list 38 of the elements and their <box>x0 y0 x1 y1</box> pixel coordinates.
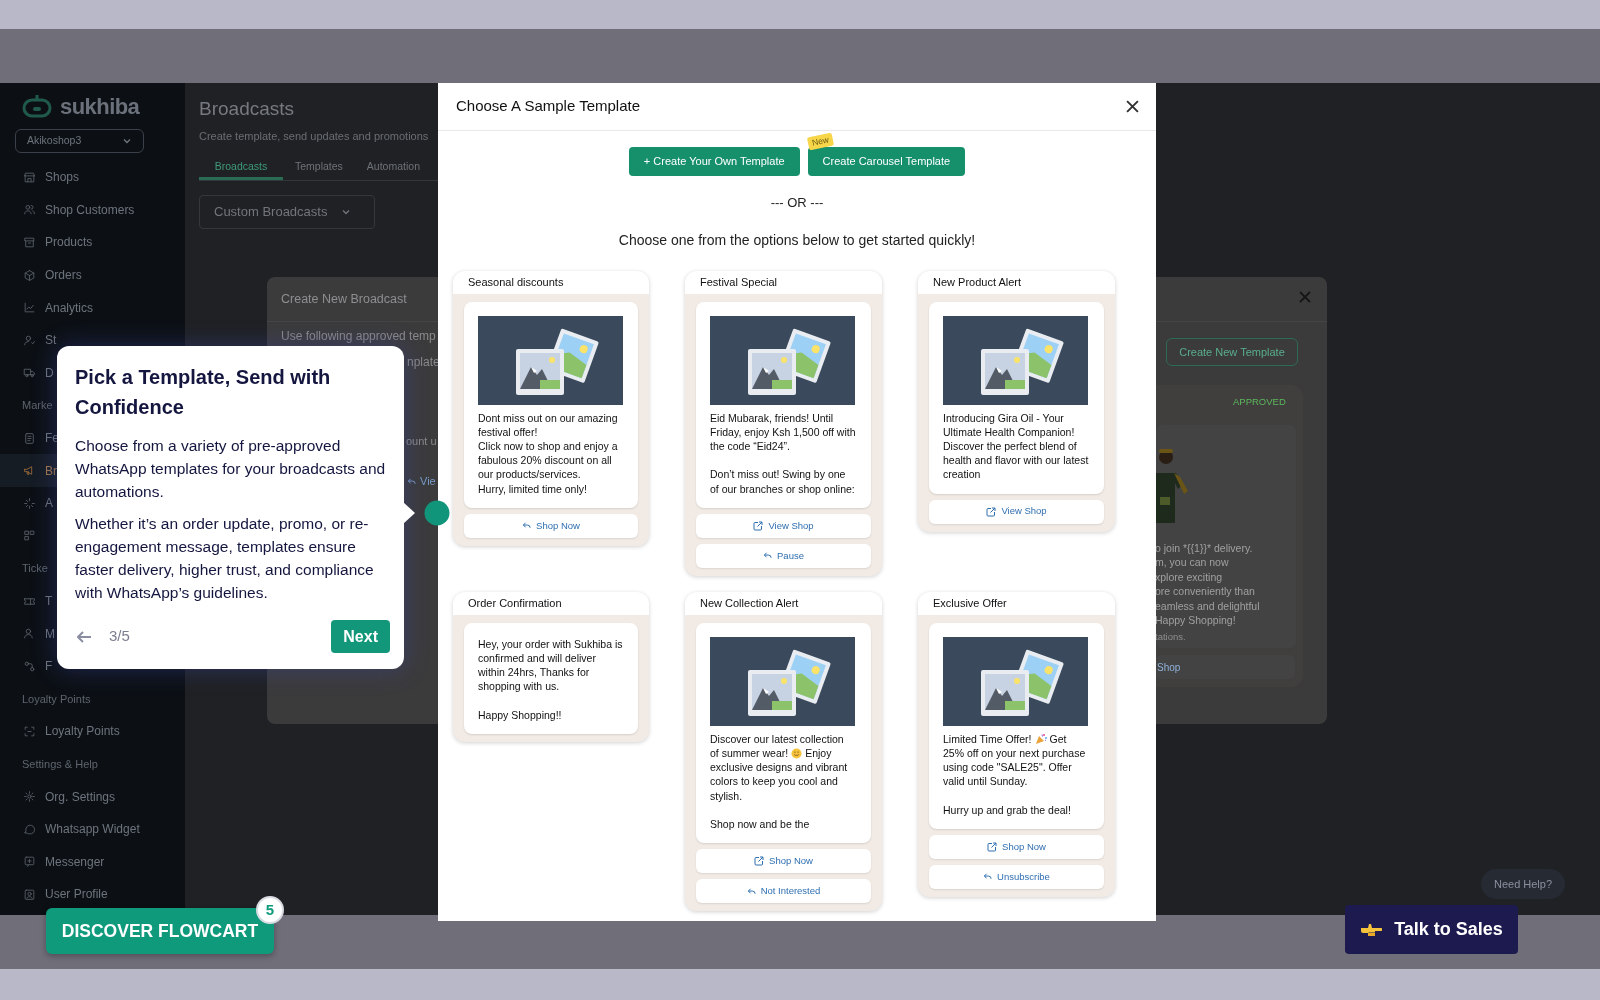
page-title: Broadcasts <box>199 97 296 121</box>
tooltip-text: Choose from a variety of pre-approved WhatsApp templates for your broadcasts and automations. <box>75 436 387 502</box>
instruction-text: nplate <box>407 354 440 371</box>
message-text: Introducing Gira Oil - Your Ultimate Health Companion! Discover the perfect blend of health and flavor with our latest creation <box>943 410 1090 482</box>
message-text: exclusive designs and vibrant colors to keep you cool and stylish. Shop now and be the <box>710 760 849 832</box>
section-label: Marke <box>22 398 53 414</box>
template-text: ount u <box>406 434 437 449</box>
template-title: Festival Special <box>700 274 778 290</box>
dialog-title: Choose A Sample Template <box>456 96 640 117</box>
message-text: Get <box>1049 731 1067 746</box>
message-text: Enjoy <box>805 745 832 761</box>
separator-text: --- OR --- <box>769 194 825 212</box>
message-text: Limited Time Offer! <box>943 731 1032 746</box>
status-label: APPROVED <box>1233 395 1286 409</box>
prompt-text: Choose one from the options below to get started quickly! <box>617 230 977 250</box>
section-label: Settings & Help <box>22 756 98 772</box>
template-title: Exclusive Offer <box>933 595 1007 611</box>
section-label: Loyalty Points <box>22 691 91 707</box>
step-counter: 3/5 <box>109 626 130 647</box>
template-note: tations. <box>1155 630 1186 644</box>
instruction-text: Use following approved temp <box>281 329 436 343</box>
template-title: Order Confirmation <box>468 595 562 611</box>
dialog-title: Create New Broadcast <box>281 290 407 308</box>
message-text: Hey, your order with Sukhiba is confirmed and will deliver within 24hrs, Thanks for shopping with us. Happy Shopping!! <box>478 636 624 722</box>
new-badge: New <box>806 132 834 151</box>
section-label: Ticke <box>22 561 48 577</box>
message-text: Eid Mubarak, friends! Until Friday, enjoy Ksh 1,500 off with the code “Eid24”. Don’t miss out! Swing by one of our branches or shop online: <box>710 410 857 496</box>
message-text: of summer wear! <box>710 745 789 761</box>
template-title: New Product Alert <box>933 274 1022 290</box>
logo-text: sukhiba <box>60 92 140 121</box>
message-text: Discover our latest collection <box>710 731 844 746</box>
message-text: Dont miss out on our amazing festival offer! Click now to shop and enjoy a fabulous 20% discount on all our products/services. Hurry, limited time only! <box>478 410 619 496</box>
tooltip-text: Whether it’s an order update, promo, or re-engagement message, templates ensure faster delivery, higher trust, and compliance with WhatsApp’s guidelines. <box>75 514 375 603</box>
template-title: Seasonal discounts <box>468 274 564 290</box>
tooltip-title: Pick a Template, Send with Confidence <box>75 365 332 420</box>
message-text: 25% off on your next purchase using code "SALE25". Offer valid until Sunday. Hurry up and grab the deal! <box>943 745 1087 817</box>
page-subtitle: Create template, send updates and promotions <box>199 128 430 144</box>
template-title: New Collection Alert <box>700 595 799 611</box>
